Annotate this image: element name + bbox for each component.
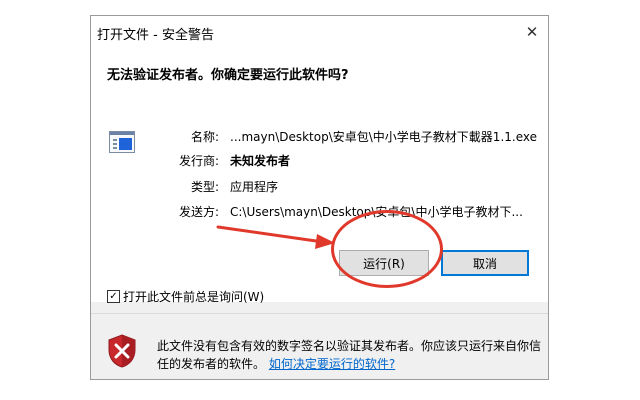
field-label: 发行商: (178, 154, 219, 168)
publisher-value: 未知发布者 (230, 154, 291, 168)
file-name-value: ...mayn\Desktop\安卓包\中小学电子教材下載器1.1.exe (230, 130, 537, 144)
help-link[interactable]: 如何决定要运行的软件? (269, 357, 395, 371)
always-ask-checkbox[interactable]: ✓ (107, 290, 120, 303)
cancel-button[interactable]: 取消 (441, 250, 529, 276)
always-ask-option[interactable]: ✓ 打开此文件前总是询问(W) (107, 288, 264, 305)
title-bar: 打开文件 - 安全警告 ✕ (91, 16, 548, 48)
warning-message: 此文件没有包含有效的数字签名以验证其发布者。你应该只运行来自你信任的发布者的软件… (157, 337, 542, 373)
annotation-circle (331, 210, 443, 288)
close-button[interactable]: ✕ (516, 16, 548, 48)
close-icon: ✕ (525, 23, 539, 41)
dialog-content: 无法验证发布者。你确定要运行此软件吗? 名称: ...mayn\Desktop\… (91, 48, 548, 302)
always-ask-label: 打开此文件前总是询问(W) (123, 290, 265, 304)
annotation-arrow-icon (216, 225, 335, 249)
field-label: 类型: (190, 180, 219, 194)
field-label: 名称: (190, 130, 219, 144)
security-shield-error-icon (108, 334, 136, 368)
type-value: 应用程序 (230, 180, 279, 194)
security-warning-dialog: 打开文件 - 安全警告 ✕ 无法验证发布者。你确定要运行此软件吗? 名称: ..… (90, 15, 549, 380)
dialog-title: 打开文件 - 安全警告 (97, 28, 214, 43)
field-label: 发送方: (178, 205, 219, 219)
application-window-icon (109, 131, 135, 153)
divider (91, 313, 548, 314)
warning-heading: 无法验证发布者。你确定要运行此软件吗? (107, 68, 349, 83)
